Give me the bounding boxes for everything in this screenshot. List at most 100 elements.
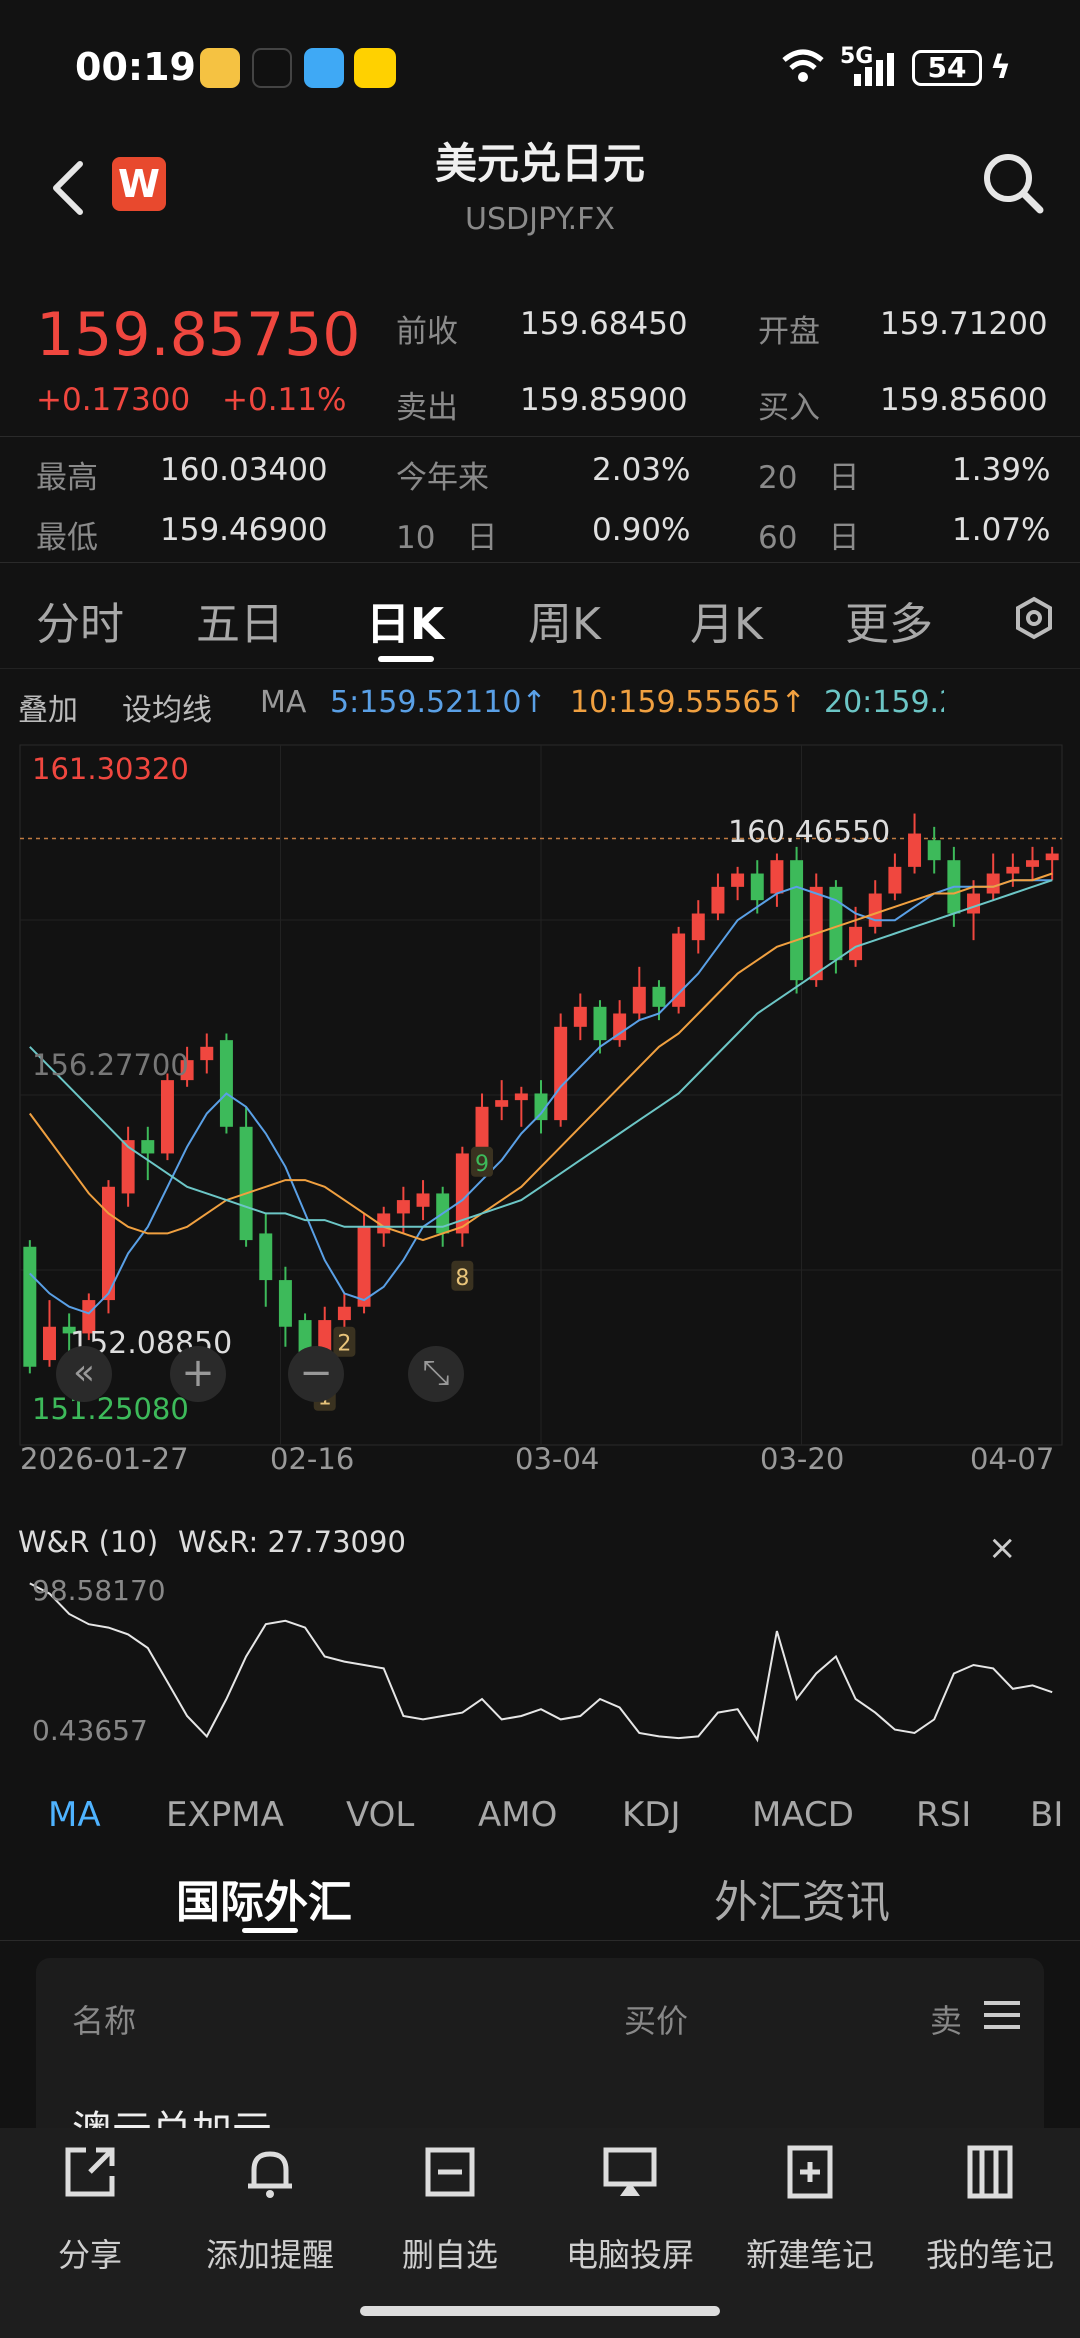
new-note-icon — [787, 2145, 833, 2199]
section-tab-indicator — [242, 1928, 298, 1933]
close-indicator-button[interactable]: × — [988, 1528, 1017, 1568]
home-indicator[interactable] — [360, 2306, 720, 2316]
candle — [967, 893, 981, 914]
active-tab-indicator — [378, 656, 434, 662]
indicator-tab-ma[interactable]: MA — [48, 1795, 101, 1835]
mid-price-label: 156.27700 — [32, 1048, 189, 1082]
indicator-tab-amo[interactable]: AMO — [478, 1795, 557, 1835]
d10-label: 10 日 — [396, 520, 498, 556]
overlay-button[interactable]: 叠加 — [18, 685, 78, 729]
indicator-tab-expma[interactable]: EXPMA — [166, 1795, 284, 1835]
candle — [259, 1233, 273, 1281]
add-alert-button[interactable] — [180, 2130, 360, 2206]
signal-label: 9 — [475, 1152, 489, 1177]
reader-icon — [304, 48, 344, 88]
candle — [573, 1006, 587, 1027]
ytd-value: 2.03% — [592, 452, 691, 488]
d60-value: 1.07% — [952, 512, 1051, 548]
wr-line — [29, 1582, 1053, 1743]
column-ask-header: 卖 — [930, 2002, 963, 2040]
candle — [1045, 853, 1059, 861]
price-axis-high: 161.30320 — [32, 752, 189, 786]
menu-icon[interactable] — [984, 2000, 1020, 2030]
indicator-tab-macd[interactable]: MACD — [752, 1795, 854, 1835]
wr-title: W&R (10) — [18, 1525, 159, 1559]
candle — [849, 926, 863, 961]
candle — [632, 986, 646, 1014]
max-price-marker: 160.46550 — [728, 815, 891, 850]
indicator-tab-bias[interactable]: BI — [1030, 1795, 1080, 1835]
candle — [160, 1080, 174, 1154]
x-axis-label: 02-16 — [270, 1442, 355, 1476]
tab-weekly-k[interactable]: 周K — [528, 588, 601, 652]
remove-watchlist-icon — [425, 2147, 475, 2197]
my-notes-button[interactable] — [900, 2130, 1080, 2206]
column-bid-header: 买价 — [624, 2002, 689, 2040]
zoom-out-glyph: − — [299, 1350, 333, 1396]
candle — [731, 873, 745, 887]
tab-intraday[interactable]: 分时 — [36, 588, 124, 652]
wr-low-label: 0.43657 — [32, 1714, 148, 1747]
indicator-tab-vol[interactable]: VOL — [346, 1795, 414, 1835]
prev-close-value: 159.68450 — [520, 306, 688, 342]
page-title: 美元兑日元 — [434, 139, 645, 188]
set-ma-button[interactable]: 设均线 — [122, 685, 212, 729]
candle — [927, 840, 941, 861]
candle — [986, 873, 1000, 894]
tab-daily-k[interactable]: 日K — [366, 588, 444, 652]
signal-label: 8 — [455, 1266, 469, 1291]
tab-five-day[interactable]: 五日 — [196, 588, 284, 652]
status-bar: 00:19 5G 54 ϟ — [0, 0, 1080, 130]
candle — [790, 860, 804, 981]
tab-intl-forex[interactable]: 国际外汇 — [176, 1866, 352, 1930]
x-axis-label: 03-20 — [760, 1442, 845, 1476]
fullscreen-button[interactable]: ⤡ — [408, 1346, 464, 1402]
column-name-header: 名称 — [72, 2002, 137, 2040]
candle — [1006, 866, 1020, 874]
fullscreen-glyph: ⤡ — [422, 1353, 450, 1393]
ma5-value: 5:159.52110↑ — [330, 685, 547, 720]
low-value: 159.46900 — [160, 512, 328, 548]
divider — [0, 1940, 1080, 1941]
zoom-out-button[interactable]: − — [288, 1346, 344, 1402]
tab-forex-news[interactable]: 外汇资讯 — [714, 1866, 890, 1930]
candle — [888, 866, 902, 894]
new-note-label: 新建笔记 — [745, 2236, 874, 2274]
ytd-label: 今年来 — [396, 460, 489, 496]
candle — [514, 1093, 528, 1101]
candle — [337, 1306, 351, 1321]
low-label: 最低 — [36, 520, 98, 556]
search-icon[interactable] — [982, 152, 1044, 214]
zoom-in-glyph: + — [181, 1350, 215, 1396]
remove-watchlist-button[interactable] — [360, 2130, 540, 2206]
candle — [396, 1200, 410, 1214]
candle — [868, 893, 882, 927]
high-label: 最高 — [36, 460, 98, 496]
tab-monthly-k[interactable]: 月K — [690, 588, 763, 652]
settings-icon[interactable] — [1012, 596, 1056, 640]
candle — [691, 913, 705, 941]
meituan-icon — [354, 48, 396, 88]
new-note-button[interactable] — [720, 2130, 900, 2206]
my-notes-label: 我的笔记 — [925, 2236, 1054, 2274]
tab-more[interactable]: 更多 — [845, 588, 933, 652]
x-axis-label: 03-04 — [515, 1442, 600, 1476]
candle — [475, 1106, 489, 1154]
candle — [141, 1140, 155, 1154]
divider — [0, 436, 1080, 437]
cast-icon — [603, 2147, 657, 2196]
my-notes-icon — [967, 2145, 1013, 2199]
x-axis-label: 04-07 — [970, 1442, 1055, 1476]
d20-label: 20 日 — [758, 460, 860, 496]
candle — [770, 860, 784, 894]
zoom-in-button[interactable]: + — [170, 1346, 226, 1402]
divider — [0, 668, 1080, 669]
cast-button[interactable] — [540, 2130, 720, 2206]
last-price: 159.85750 — [36, 300, 361, 370]
price-change: +0.17300 — [36, 382, 191, 418]
indicator-tab-rsi[interactable]: RSI — [916, 1795, 971, 1835]
indicator-tab-kdj[interactable]: KDJ — [622, 1795, 681, 1835]
candle — [239, 1126, 253, 1241]
share-button[interactable] — [0, 2130, 180, 2206]
scroll-back-button[interactable]: « — [56, 1346, 112, 1402]
